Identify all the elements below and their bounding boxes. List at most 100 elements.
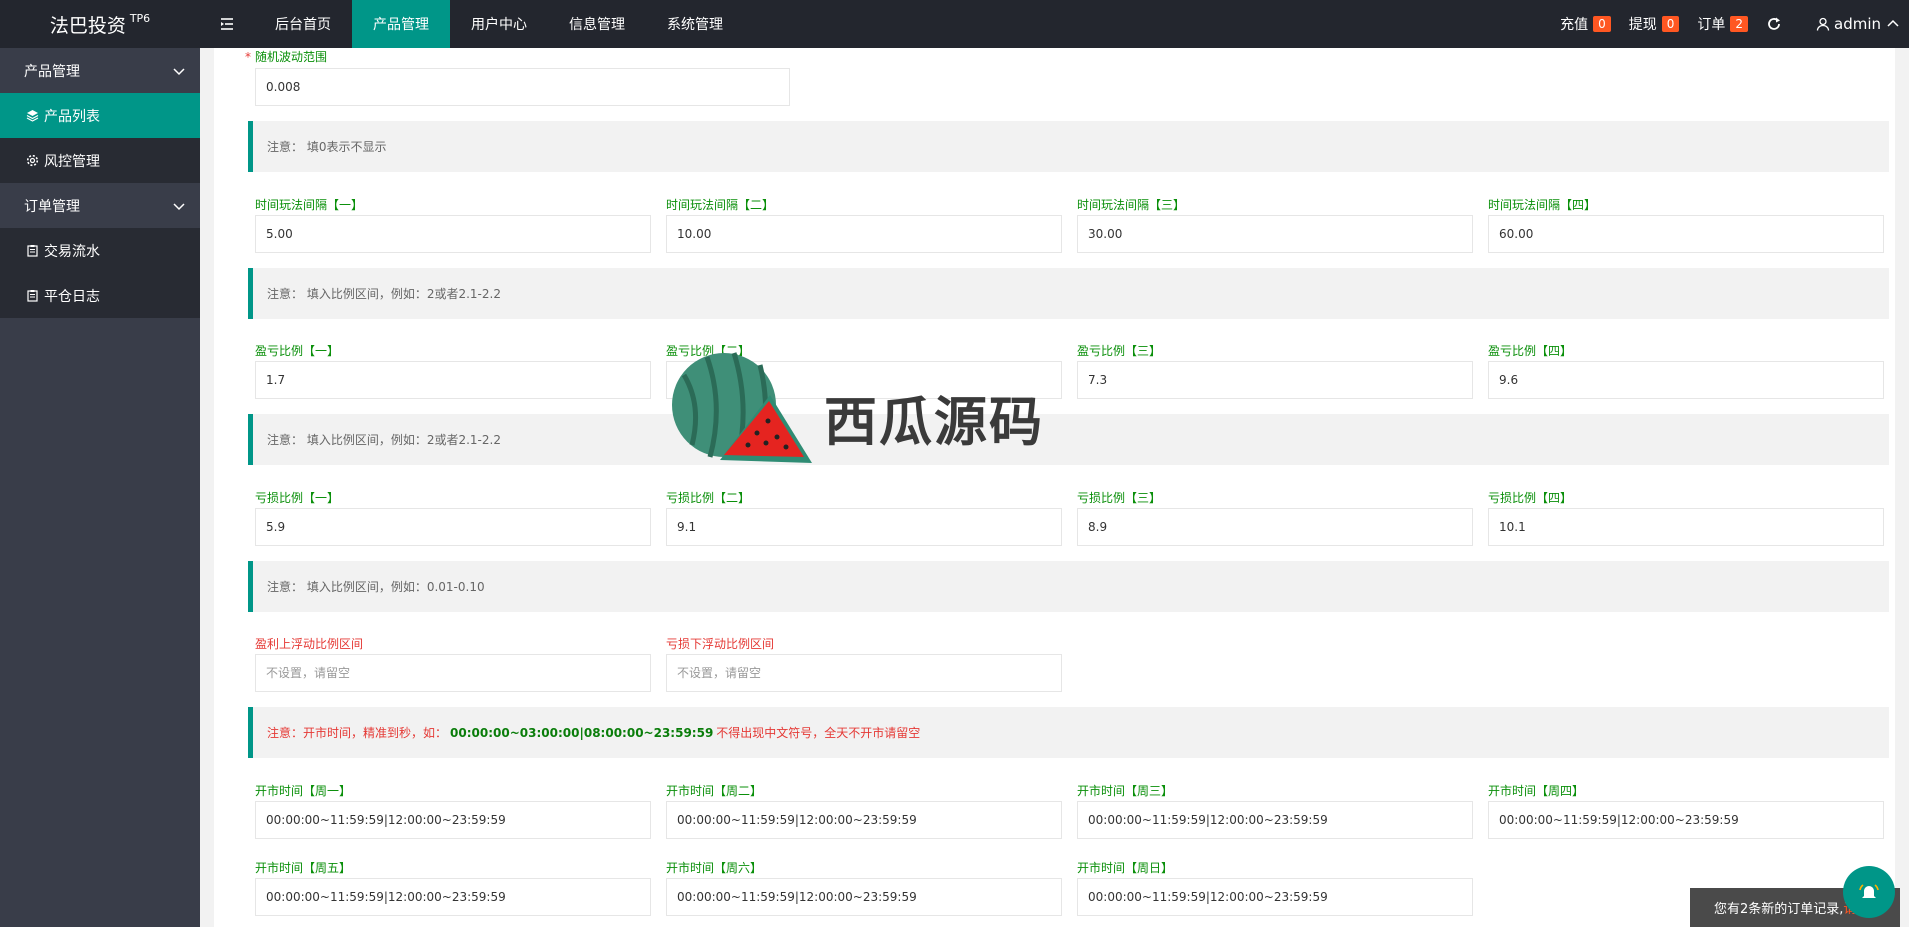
withdraw-link[interactable]: 提现 0: [1629, 14, 1680, 34]
note-open-time-example: 00:00:00~03:00:00|08:00:00~23:59:59: [450, 725, 714, 740]
profit-4-input[interactable]: [1488, 361, 1884, 399]
admin-menu[interactable]: admin: [1816, 15, 1909, 33]
open-tue-input[interactable]: [666, 801, 1062, 839]
watermelon-icon: [672, 352, 812, 463]
sidebar-item-risk[interactable]: 风控管理: [0, 138, 200, 183]
user-icon: [1816, 17, 1830, 31]
open-mon-input[interactable]: [255, 801, 651, 839]
chevron-up-icon: [1887, 19, 1899, 27]
top-header: 法巴投资 TP6 后台首页 产品管理 用户中心 信息管理 系统管理 充值 0 提现…: [0, 0, 1909, 48]
orders-badge: 2: [1730, 16, 1748, 32]
note-open-time-suffix: 不得出现中文符号，全天不开市请留空: [716, 726, 921, 740]
menu-toggle-icon[interactable]: [200, 0, 254, 48]
sidebar-item-label: 风控管理: [44, 153, 100, 170]
open-sat-label: 开市时间【周六】: [666, 861, 763, 875]
admin-name: admin: [1834, 15, 1881, 33]
nav-system[interactable]: 系统管理: [646, 0, 744, 48]
interval-3-input[interactable]: [1077, 215, 1473, 253]
loss-2-input[interactable]: [666, 508, 1062, 546]
sidebar-item-close-log[interactable]: 平仓日志: [0, 273, 200, 318]
sidebar-item-product-list[interactable]: 产品列表: [0, 93, 200, 138]
open-tue-label: 开市时间【周二】: [666, 784, 763, 798]
loss-1-input[interactable]: [255, 508, 651, 546]
open-fri-input[interactable]: [255, 878, 651, 916]
sidebar-item-label: 产品列表: [44, 108, 100, 125]
withdraw-label: 提现: [1628, 17, 1657, 33]
brand-name: 法巴投资: [49, 14, 126, 37]
interval-1-label: 时间玩法间隔【一】: [255, 198, 364, 212]
loss-2-label: 亏损比例【二】: [666, 491, 751, 505]
sidebar-group-label: 产品管理: [24, 63, 80, 80]
recharge-label: 充值: [1560, 17, 1589, 33]
watermark: 西瓜源码: [662, 345, 1062, 475]
loss-3-input[interactable]: [1077, 508, 1473, 546]
note-ratio-2: 注意： 填入比例区间，例如：2或者2.1-2.2: [248, 414, 1889, 465]
brand-sup: TP6: [129, 11, 151, 25]
notification-text: 您有2条新的订单记录,: [1714, 902, 1844, 917]
open-fri-label: 开市时间【周五】: [255, 861, 352, 875]
sidebar-group-label: 订单管理: [24, 198, 80, 215]
note-zero: 注意： 填0表示不显示: [248, 121, 1889, 172]
note-float: 注意： 填入比例区间，例如：0.01-0.10: [248, 561, 1889, 612]
open-sun-input[interactable]: [1077, 878, 1473, 916]
header-right: 充值 0 提现 0 订单 2 admin: [1560, 0, 1909, 48]
recharge-badge: 0: [1593, 16, 1611, 32]
sidebar-item-label: 平仓日志: [44, 288, 100, 305]
open-sat-input[interactable]: [666, 878, 1062, 916]
profit-1-label: 盈亏比例【一】: [255, 344, 340, 358]
open-thu-input[interactable]: [1488, 801, 1884, 839]
recharge-link[interactable]: 充值 0: [1560, 14, 1611, 34]
interval-2-input[interactable]: [666, 215, 1062, 253]
profit-3-label: 盈亏比例【三】: [1077, 344, 1162, 358]
profit-3-input[interactable]: [1077, 361, 1473, 399]
layers-icon: [26, 110, 39, 122]
open-thu-label: 开市时间【周四】: [1488, 784, 1585, 798]
profit-4-label: 盈亏比例【四】: [1488, 344, 1573, 358]
open-mon-label: 开市时间【周一】: [255, 784, 352, 798]
open-wed-input[interactable]: [1077, 801, 1473, 839]
interval-1-input[interactable]: [255, 215, 651, 253]
sidebar-group-product[interactable]: 产品管理: [0, 48, 200, 93]
interval-4-input[interactable]: [1488, 215, 1884, 253]
nav-user-center[interactable]: 用户中心: [450, 0, 548, 48]
top-nav: 后台首页 产品管理 用户中心 信息管理 系统管理: [254, 0, 744, 48]
loss-4-input[interactable]: [1488, 508, 1884, 546]
nav-info[interactable]: 信息管理: [548, 0, 646, 48]
chevron-down-icon: [173, 67, 185, 75]
open-wed-label: 开市时间【周三】: [1077, 784, 1174, 798]
loss-1-label: 亏损比例【一】: [255, 491, 340, 505]
sidebar: 产品管理 产品列表 风控管理 订单管理 交易流水 平仓日志: [0, 48, 200, 927]
clipboard-icon: [27, 245, 38, 257]
chevron-down-icon: [173, 202, 185, 210]
float-down-input[interactable]: [666, 654, 1062, 692]
withdraw-badge: 0: [1661, 16, 1680, 32]
random-range-label: * 随机波动范围: [245, 50, 328, 64]
nav-home[interactable]: 后台首页: [254, 0, 352, 48]
loss-3-label: 亏损比例【三】: [1077, 491, 1162, 505]
float-up-label: 盈利上浮动比例区间: [255, 637, 364, 651]
interval-4-label: 时间玩法间隔【四】: [1488, 198, 1597, 212]
profit-1-input[interactable]: [255, 361, 651, 399]
watermark-text: 西瓜源码: [824, 392, 1044, 453]
float-down-label: 亏损下浮动比例区间: [666, 637, 775, 651]
float-up-input[interactable]: [255, 654, 651, 692]
nav-product[interactable]: 产品管理: [352, 0, 450, 48]
orders-link[interactable]: 订单 2: [1697, 14, 1748, 34]
refresh-icon[interactable]: [1766, 16, 1782, 32]
loss-4-label: 亏损比例【四】: [1488, 491, 1573, 505]
note-ratio: 注意： 填入比例区间，例如：2或者2.1-2.2: [248, 268, 1889, 319]
note-open-time: 注意：开市时间，精准到秒，如： 00:00:00~03:00:00|08:00:…: [248, 707, 1889, 758]
open-sun-label: 开市时间【周日】: [1077, 861, 1174, 875]
gear-icon: [26, 154, 39, 167]
sidebar-group-order[interactable]: 订单管理: [0, 183, 200, 228]
main-content: *随机波动范围 注意： 填0表示不显示 时间玩法间隔【一】 时间玩法间隔【二】 …: [214, 48, 1895, 927]
interval-3-label: 时间玩法间隔【三】: [1077, 198, 1186, 212]
interval-2-label: 时间玩法间隔【二】: [666, 198, 775, 212]
notification-bell-icon[interactable]: [1843, 866, 1895, 918]
sidebar-item-trade-flow[interactable]: 交易流水: [0, 228, 200, 273]
clipboard-icon: [27, 290, 38, 302]
note-open-time-prefix: 注意：开市时间，精准到秒，如：: [267, 726, 448, 740]
brand-logo[interactable]: 法巴投资 TP6: [0, 0, 200, 48]
random-range-input[interactable]: [255, 68, 790, 106]
sidebar-item-label: 交易流水: [44, 243, 100, 260]
